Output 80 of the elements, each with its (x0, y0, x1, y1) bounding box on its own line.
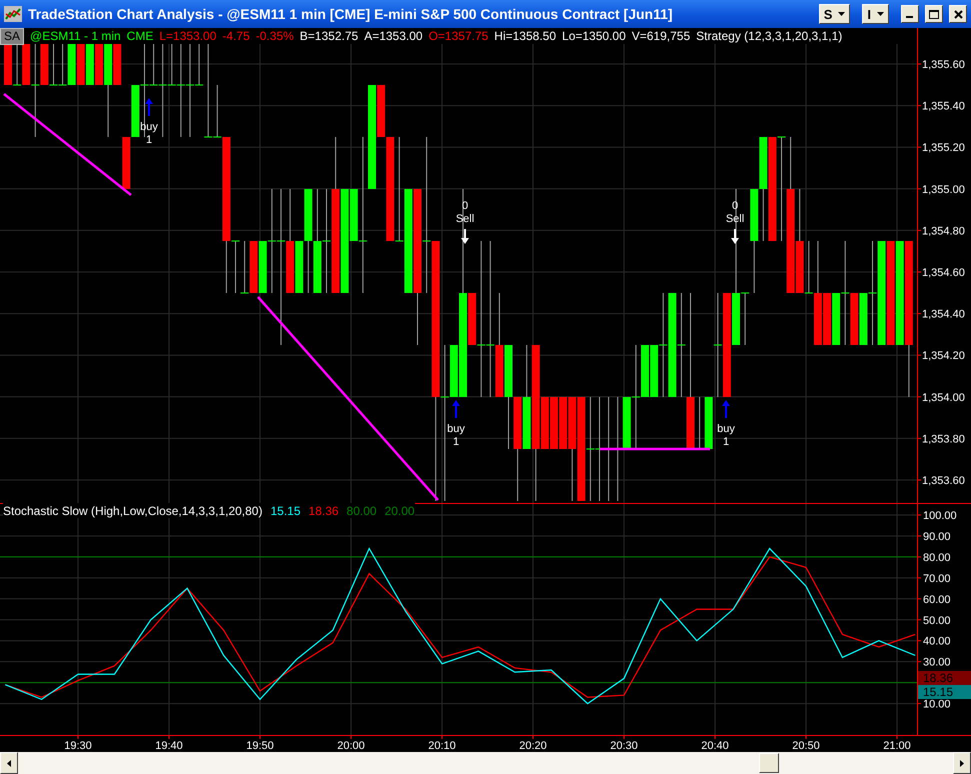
price-axis-label: 1,354.40 (922, 308, 965, 321)
maximize-icon (929, 10, 939, 18)
caret-icon (877, 12, 884, 16)
symbol-info-text: -0.35% (256, 29, 294, 43)
time-axis-label: 19:50 (246, 740, 274, 752)
reference-level-label: 80.00 (346, 504, 377, 518)
left-arrow-icon (7, 760, 11, 766)
buy-label: buy (447, 423, 465, 435)
indicator-axis-label: 60.00 (923, 594, 951, 606)
time-axis-label: 19:40 (155, 740, 183, 752)
price-axis-label: 1,355.60 (922, 59, 965, 71)
buy-arrow-icon (722, 400, 730, 418)
close-button[interactable] (949, 5, 967, 23)
time-axis-label: 20:00 (337, 740, 365, 752)
price-axis-label: 1,354.60 (922, 267, 965, 279)
buy-arrow-icon (145, 98, 153, 116)
indicator-axis-label: 80.00 (923, 552, 951, 564)
chart-app-icon (4, 6, 22, 22)
indicator-axis-label: 70.00 (923, 572, 951, 585)
chart-badge[interactable]: SA (0, 28, 24, 44)
window-title: TradeStation Chart Analysis - @ESM11 1 min [CME] E-mini S&P 500 Continuous Contract [Jun11] (28, 6, 674, 22)
scrollbar-thumb[interactable] (759, 753, 779, 773)
indicator-axis-label: 30.00 (923, 656, 951, 669)
value-tag: 15.15 (918, 685, 971, 699)
scroll-right-button[interactable] (953, 752, 971, 774)
right-arrow-icon (960, 760, 964, 766)
price-axis-label: 1,353.80 (922, 433, 965, 446)
maximize-button[interactable] (925, 5, 943, 23)
time-axis-label: 20:30 (610, 740, 638, 752)
symbol-info-text: Lo=1350.00 (562, 29, 626, 43)
indicator-axis-label: 90.00 (923, 530, 951, 543)
price-axis-label: 1,355.40 (922, 100, 965, 113)
buy-label: buy (717, 423, 735, 435)
symbol-info-text: B=1352.75 (300, 29, 358, 43)
sell-arrow-icon (731, 229, 739, 244)
buy-quantity: 1 (452, 436, 460, 448)
reference-level-label: 20.00 (384, 504, 415, 518)
symbol-info-text: O=1357.75 (428, 29, 488, 43)
symbol-info-text: -4.75 (222, 29, 250, 43)
price-axis-label: 1,355.20 (922, 142, 965, 154)
symbol-info-text: @ESM11 - 1 min (30, 29, 121, 43)
indicator-axis-label: 100.00 (923, 510, 957, 522)
buy-quantity: 1 (146, 134, 152, 146)
candlestick (240, 240, 250, 294)
time-axis-label: 20:40 (701, 740, 729, 752)
symbol-info-text: V=619,755 (632, 29, 690, 43)
time-axis-label: 20:10 (428, 740, 456, 752)
buy-quantity: 1 (722, 436, 730, 448)
indicator-title: Stochastic Slow (High,Low,Close,14,3,3,1,20,80) (3, 504, 262, 518)
scroll-left-button[interactable] (0, 752, 18, 774)
caret-icon (838, 12, 846, 16)
price-axis-label: 1,354.00 (922, 392, 965, 404)
dropdown-button[interactable]: I (862, 4, 889, 24)
sell-arrow-icon (461, 229, 469, 244)
dropdown-button[interactable]: S (818, 4, 850, 24)
horizontal-scrollbar[interactable] (0, 752, 971, 774)
candlestick (122, 137, 130, 189)
price-axis-label: 1,354.20 (922, 350, 965, 362)
indicator-axis-label: 40.00 (923, 636, 951, 648)
close-icon (954, 10, 962, 18)
time-axis-label: 20:20 (519, 740, 547, 752)
value-tag: 18.36 (918, 671, 971, 685)
symbol-info-text: Strategy (12,3,3,1,20,3,1,1) (696, 29, 842, 43)
indicator-value: 15.15 (270, 504, 301, 518)
minimize-button[interactable] (901, 5, 919, 23)
time-axis-label: 19:30 (64, 740, 92, 752)
price-axis-label: 1,354.80 (922, 225, 965, 238)
indicator-axis-label: 50.00 (923, 614, 951, 627)
price-axis-label: 1,355.00 (922, 184, 965, 196)
time-axis-label: 20:50 (792, 740, 820, 752)
time-axis-label: 21:00 (883, 740, 911, 752)
symbol-info-text: Hi=1358.50 (494, 29, 556, 43)
indicator-axis-label: 10.00 (923, 698, 951, 711)
symbol-info-text: L=1353.00 (159, 29, 216, 43)
price-axis-label: 1,353.60 (922, 475, 965, 487)
symbol-info-text: CME (126, 29, 154, 43)
buy-arrow-icon (452, 400, 460, 418)
candlestick (250, 241, 258, 293)
indicator-value: 18.36 (308, 504, 339, 518)
symbol-info-text: A=1353.00 (364, 29, 423, 43)
